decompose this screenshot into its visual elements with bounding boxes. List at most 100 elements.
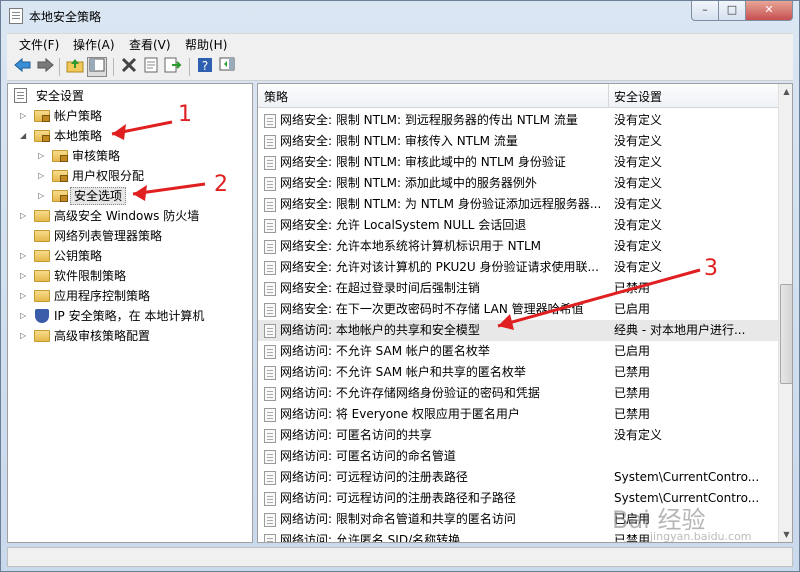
menu-view[interactable]: 查看(V) [129, 36, 171, 53]
tree-item-label: 软件限制策略 [54, 269, 127, 283]
security-policy-icon [9, 8, 23, 24]
tree-item-ip-security[interactable]: ▷ IP 安全策略，在 本地计算机 [8, 306, 252, 326]
expand-icon[interactable]: ▷ [38, 166, 48, 186]
properties-icon[interactable] [141, 57, 161, 77]
tree-pane[interactable]: 安全设置 ▷ 帐户策略 ◢ 本地策略 ▷ 审核策略 ▷ 用户权限分配 ▷ 安全选… [7, 83, 253, 543]
policy-list-pane[interactable]: 策略 安全设置 网络安全: 限制 NTLM: 到远程服务器的传出 NTLM 流量… [257, 83, 793, 543]
export-list-icon[interactable] [163, 57, 183, 77]
expand-icon[interactable]: ▷ [38, 186, 48, 206]
policy-setting: 没有定义 [614, 176, 663, 190]
up-folder-icon[interactable] [65, 57, 85, 77]
tree-item-user-rights[interactable]: ▷ 用户权限分配 [8, 166, 252, 186]
policy-row[interactable]: 网络安全: 限制 NTLM: 为 NTLM 身份验证添加远程服务器... 没有定义 [258, 194, 778, 215]
policy-row[interactable]: 网络访问: 可匿名访问的命名管道 [258, 446, 778, 467]
policy-row[interactable]: 网络访问: 可远程访问的注册表路径和子路径 System\CurrentContr… [258, 488, 778, 509]
expand-icon[interactable]: ▷ [20, 306, 30, 326]
expand-icon[interactable]: ▷ [20, 286, 30, 306]
expand-icon[interactable]: ▷ [20, 206, 30, 226]
tree-item-public-key[interactable]: ▷ 公钥策略 [8, 246, 252, 266]
tree-item-local-policy[interactable]: ◢ 本地策略 [8, 126, 252, 146]
policy-setting: 已禁用 [614, 281, 651, 295]
policy-setting: 已启用 [614, 512, 651, 526]
policy-row[interactable]: 网络安全: 在超过登录时间后强制注销 已禁用 [258, 278, 778, 299]
policy-row[interactable]: 网络访问: 将 Everyone 权限应用于匿名用户 已禁用 [258, 404, 778, 425]
policy-setting: 没有定义 [614, 239, 663, 253]
policy-name: 网络安全: 允许 LocalSystem NULL 会话回退 [280, 218, 527, 232]
tree-item-label: 本地策略 [54, 129, 103, 143]
tree-item-app-control[interactable]: ▷ 应用程序控制策略 [8, 286, 252, 306]
title-bar[interactable]: 本地安全策略 – □ ✕ [1, 1, 799, 31]
policy-row[interactable]: 网络安全: 限制 NTLM: 审核传入 NTLM 流量 没有定义 [258, 131, 778, 152]
policy-name: 网络访问: 不允许存储网络身份验证的密码和凭据 [280, 386, 540, 400]
policy-row[interactable]: 网络访问: 本地帐户的共享和安全模型 经典 - 对本地用户进行... [258, 320, 778, 341]
policy-row[interactable]: 网络安全: 在下一次更改密码时不存储 LAN 管理器哈希值 已启用 [258, 299, 778, 320]
policy-row[interactable]: 网络访问: 允许匿名 SID/名称转换 已禁用 [258, 530, 778, 542]
policy-row[interactable]: 网络安全: 允许本地系统将计算机标识用于 NTLM 没有定义 [258, 236, 778, 257]
policy-row[interactable]: 网络安全: 允许 LocalSystem NULL 会话回退 没有定义 [258, 215, 778, 236]
column-header-setting[interactable]: 安全设置 [614, 88, 662, 105]
scroll-up-icon[interactable]: ▲ [779, 84, 792, 99]
scroll-thumb[interactable] [780, 284, 792, 384]
policy-name: 网络安全: 允许对该计算机的 PKU2U 身份验证请求使用联... [280, 260, 599, 274]
expand-icon[interactable]: ▷ [20, 326, 30, 346]
menu-help[interactable]: 帮助(H) [185, 36, 227, 53]
show-hide-tree-icon[interactable] [87, 57, 107, 77]
help-icon[interactable]: ? [195, 57, 215, 77]
policy-row[interactable]: 网络安全: 限制 NTLM: 添加此域中的服务器例外 没有定义 [258, 173, 778, 194]
tree-root[interactable]: 安全设置 [12, 86, 252, 106]
tree-item-software-restriction[interactable]: ▷ 软件限制策略 [8, 266, 252, 286]
policy-icon [264, 324, 276, 338]
policy-row[interactable]: 网络安全: 允许对该计算机的 PKU2U 身份验证请求使用联... 没有定义 [258, 257, 778, 278]
policy-icon [264, 513, 276, 527]
policy-row[interactable]: 网络访问: 可远程访问的注册表路径 System\CurrentContro... [258, 467, 778, 488]
policy-row[interactable]: 网络安全: 限制 NTLM: 到远程服务器的传出 NTLM 流量 没有定义 [258, 110, 778, 131]
policy-setting: 没有定义 [614, 428, 663, 442]
policy-name: 网络访问: 本地帐户的共享和安全模型 [280, 323, 480, 337]
policy-row[interactable]: 网络访问: 可匿名访问的共享 没有定义 [258, 425, 778, 446]
policy-name: 网络访问: 可匿名访问的命名管道 [280, 449, 456, 463]
delete-icon[interactable] [119, 57, 139, 77]
tree-item-network-list[interactable]: 网络列表管理器策略 [8, 226, 252, 246]
tree-item-security-options[interactable]: ▷ 安全选项 [8, 186, 252, 206]
back-arrow-icon[interactable] [13, 57, 33, 77]
tree-item-advanced-audit[interactable]: ▷ 高级审核策略配置 [8, 326, 252, 346]
policy-row[interactable]: 网络访问: 限制对命名管道和共享的匿名访问 已启用 [258, 509, 778, 530]
locked-folder-icon [52, 170, 68, 182]
scroll-down-icon[interactable]: ▼ [779, 527, 792, 542]
tree-item-account-policy[interactable]: ▷ 帐户策略 [8, 106, 252, 126]
menu-file[interactable]: 文件(F) [19, 36, 59, 53]
policy-icon [264, 261, 276, 275]
close-button[interactable]: ✕ [745, 1, 793, 21]
policy-setting: 经典 - 对本地用户进行... [614, 323, 746, 337]
maximize-button[interactable]: □ [718, 1, 746, 21]
policy-icon [264, 366, 276, 380]
collapse-icon[interactable]: ◢ [20, 126, 30, 146]
policy-name: 网络访问: 可远程访问的注册表路径 [280, 470, 468, 484]
policy-icon [264, 240, 276, 254]
minimize-button[interactable]: – [691, 1, 719, 21]
policy-name: 网络安全: 限制 NTLM: 到远程服务器的传出 NTLM 流量 [280, 113, 578, 127]
tree-item-label: 应用程序控制策略 [54, 289, 151, 303]
policy-setting: 已禁用 [614, 386, 651, 400]
expand-icon[interactable]: ▷ [38, 146, 48, 166]
policy-row[interactable]: 网络访问: 不允许 SAM 帐户和共享的匿名枚举 已禁用 [258, 362, 778, 383]
folder-icon [34, 270, 50, 282]
menu-action[interactable]: 操作(A) [73, 36, 115, 53]
expand-icon[interactable]: ▷ [20, 246, 30, 266]
vertical-scrollbar[interactable]: ▲ ▼ [778, 84, 792, 542]
expand-icon[interactable]: ▷ [20, 266, 30, 286]
show-hide-action-pane-icon[interactable] [217, 57, 237, 77]
policy-row[interactable]: 网络安全: 限制 NTLM: 审核此域中的 NTLM 身份验证 没有定义 [258, 152, 778, 173]
policy-name: 网络访问: 不允许 SAM 帐户的匿名枚举 [280, 344, 490, 358]
policy-row[interactable]: 网络访问: 不允许 SAM 帐户的匿名枚举 已启用 [258, 341, 778, 362]
policy-icon [264, 471, 276, 485]
column-divider[interactable] [608, 84, 609, 108]
column-header-policy[interactable]: 策略 [264, 88, 288, 105]
tree-item-audit-policy[interactable]: ▷ 审核策略 [8, 146, 252, 166]
policy-row[interactable]: 网络访问: 不允许存储网络身份验证的密码和凭据 已禁用 [258, 383, 778, 404]
tree-item-label: 帐户策略 [54, 109, 103, 123]
forward-arrow-icon[interactable] [35, 57, 55, 77]
folder-icon [34, 210, 50, 222]
tree-item-firewall[interactable]: ▷ 高级安全 Windows 防火墙 [8, 206, 252, 226]
expand-icon[interactable]: ▷ [20, 106, 30, 126]
